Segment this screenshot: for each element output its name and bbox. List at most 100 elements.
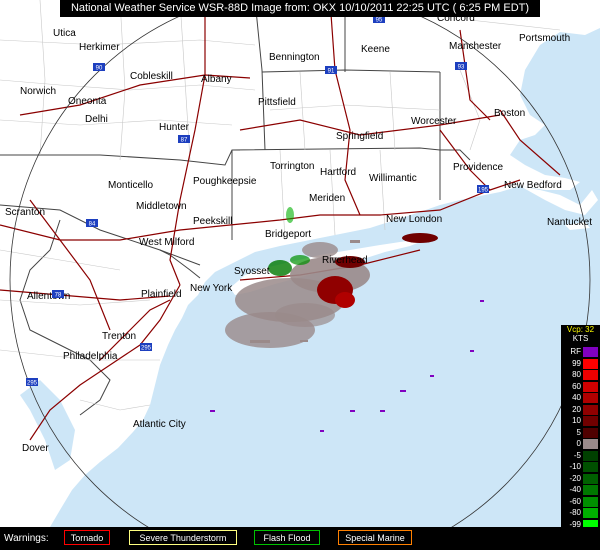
city-bridgeport: Bridgeport xyxy=(265,229,311,240)
legend-unit: KTS xyxy=(572,334,589,343)
svg-text:87: 87 xyxy=(181,138,188,144)
city-dover: Dover xyxy=(22,443,49,454)
legend-row: 5 xyxy=(561,427,600,439)
svg-text:93: 93 xyxy=(458,65,465,71)
legend-value-label: -5 xyxy=(573,450,581,460)
city-oneonta: Oneonta xyxy=(68,96,107,107)
city-norwich: Norwich xyxy=(20,86,56,97)
legend-row: 40 xyxy=(561,392,600,404)
legend-value-label: RF xyxy=(570,347,581,356)
city-albany: Albany xyxy=(201,74,232,85)
warning-severe-thunderstorm-button[interactable]: Severe Thunderstorm xyxy=(129,530,237,545)
radar-map: Concord Utica Herkimer Bennington Keene … xyxy=(0,0,600,550)
legend-row: -40 xyxy=(561,484,600,496)
legend-value-label: 20 xyxy=(572,404,581,414)
legend-color-swatch xyxy=(583,462,598,472)
legend-row: 10 xyxy=(561,415,600,427)
legend-row: 0 xyxy=(561,438,600,450)
city-herkimer: Herkimer xyxy=(79,42,120,53)
city-meriden: Meriden xyxy=(309,193,345,204)
city-middletown: Middletown xyxy=(136,201,187,212)
city-poughkeepsie: Poughkeepsie xyxy=(193,176,257,187)
city-new-york: New York xyxy=(190,283,233,294)
city-boston: Boston xyxy=(494,108,525,119)
velocity-legend: Vcp: 32 KTS RF 99 80 60 40 20 10 5 0 -5 -10 -20 -40 -… xyxy=(561,325,600,545)
legend-color-swatch xyxy=(583,450,598,461)
radar-map-window: Concord Utica Herkimer Bennington Keene … xyxy=(0,0,600,550)
svg-text:195: 195 xyxy=(478,188,489,194)
svg-text:295: 295 xyxy=(27,381,38,387)
city-delhi: Delhi xyxy=(85,114,108,125)
warnings-label: Warnings: xyxy=(4,533,49,544)
legend-row: -80 xyxy=(561,507,600,519)
city-worcester: Worcester xyxy=(411,116,457,127)
legend-row: 80 xyxy=(561,369,600,381)
legend-value-label: -80 xyxy=(569,508,581,517)
city-plainfield: Plainfield xyxy=(141,289,182,300)
city-utica: Utica xyxy=(53,28,76,39)
legend-color-swatch xyxy=(583,404,598,415)
city-west-milford: West Milford xyxy=(139,237,194,248)
city-portsmouth: Portsmouth xyxy=(519,33,570,44)
city-philadelphia: Philadelphia xyxy=(63,351,118,362)
legend-color-swatch xyxy=(583,358,598,369)
city-providence: Providence xyxy=(453,162,503,173)
city-riverhead: Riverhead xyxy=(322,255,368,266)
city-atlantic-city: Atlantic City xyxy=(133,419,186,430)
legend-rows: RF99806040201050-5-10-20-40-60-80-99ND xyxy=(561,346,600,542)
radar-image-title: National Weather Service WSR-88D Image f… xyxy=(60,0,540,17)
city-bennington: Bennington xyxy=(269,52,320,63)
legend-color-swatch xyxy=(583,496,598,507)
legend-value-label: 10 xyxy=(572,416,581,425)
legend-value-label: -40 xyxy=(569,485,581,494)
legend-color-swatch xyxy=(583,473,598,484)
legend-value-label: 80 xyxy=(572,370,581,379)
legend-row: -5 xyxy=(561,450,600,462)
legend-value-label: -10 xyxy=(569,462,581,471)
legend-value-label: 0 xyxy=(576,439,581,448)
city-nantucket: Nantucket xyxy=(547,217,592,228)
city-new-london: New London xyxy=(386,214,442,225)
legend-row: -20 xyxy=(561,473,600,485)
legend-row: -10 xyxy=(561,461,600,473)
city-cobleskill: Cobleskill xyxy=(130,71,173,82)
svg-text:78: 78 xyxy=(55,293,62,299)
city-manchester: Manchester xyxy=(449,41,502,52)
legend-color-swatch xyxy=(583,427,598,438)
warning-special-marine-button[interactable]: Special Marine xyxy=(338,530,412,545)
svg-text:91: 91 xyxy=(328,69,335,75)
legend-value-label: -20 xyxy=(569,473,581,483)
legend-value-label: 99 xyxy=(572,358,581,368)
city-hartford: Hartford xyxy=(320,167,356,178)
svg-text:84: 84 xyxy=(89,222,96,228)
legend-row: RF xyxy=(561,346,600,358)
city-willimantic: Willimantic xyxy=(369,173,417,184)
legend-value-label: -60 xyxy=(569,496,581,506)
city-syosset: Syosset xyxy=(234,266,270,277)
city-springfield: Springfield xyxy=(336,131,383,142)
legend-value-label: 60 xyxy=(572,381,581,391)
warning-flash-flood-button[interactable]: Flash Flood xyxy=(254,530,320,545)
legend-color-swatch xyxy=(583,439,598,449)
city-keene: Keene xyxy=(361,44,390,55)
city-trenton: Trenton xyxy=(102,331,136,342)
legend-value-label: 5 xyxy=(576,427,581,437)
legend-row: 20 xyxy=(561,404,600,416)
svg-text:295: 295 xyxy=(141,346,152,352)
city-peekskill: Peekskill xyxy=(193,216,232,227)
legend-row: 99 xyxy=(561,358,600,370)
legend-vcp: Vcp: 32 xyxy=(566,325,595,334)
warning-tornado-button[interactable]: Tornado xyxy=(64,530,110,545)
warnings-bar: Warnings: Tornado Severe Thunderstorm Fl… xyxy=(0,527,600,550)
city-pittsfield: Pittsfield xyxy=(258,97,296,108)
city-new-bedford: New Bedford xyxy=(504,180,562,191)
legend-color-swatch xyxy=(583,485,598,495)
svg-text:90: 90 xyxy=(96,66,103,72)
city-scranton: Scranton xyxy=(5,207,45,218)
svg-text:95: 95 xyxy=(376,18,383,24)
legend-color-swatch xyxy=(583,381,598,392)
city-hunter: Hunter xyxy=(159,122,190,133)
legend-value-label: 40 xyxy=(572,393,581,402)
legend-color-swatch xyxy=(583,508,598,518)
legend-color-swatch xyxy=(583,370,598,380)
